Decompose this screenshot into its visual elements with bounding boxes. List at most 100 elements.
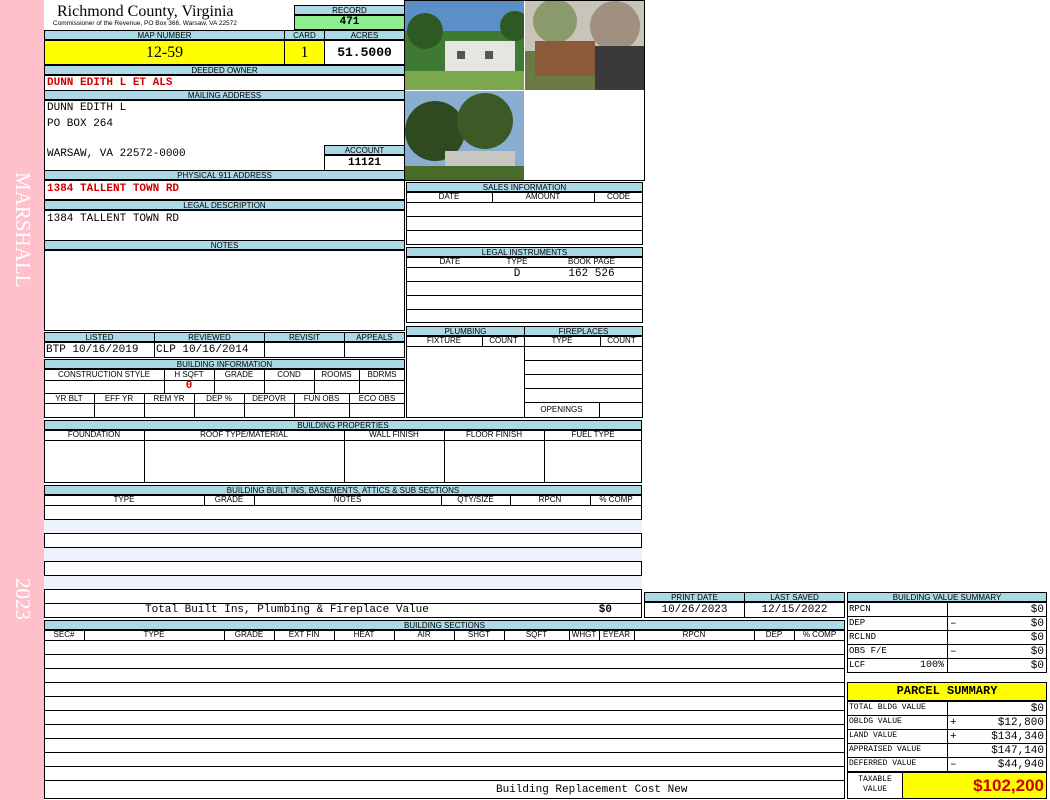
replacement-cost-label: Building Replacement Cost New xyxy=(496,784,688,796)
sec-col-whgt: WHGT xyxy=(571,630,597,639)
builtins-total-label: Total Built Ins, Plumbing & Fireplace Va… xyxy=(145,604,429,616)
instruments-header: LEGAL INSTRUMENTS xyxy=(406,247,643,257)
sec-col-comp: % COMP xyxy=(802,630,837,639)
bi-col-qty: QTY/SIZE xyxy=(457,495,494,504)
sec-col-num: SEC# xyxy=(53,630,75,639)
vs-value-obs: $0 xyxy=(1030,646,1044,658)
fireplaces-header: FIREPLACES xyxy=(524,326,643,336)
listed-value: BTP 10/16/2019 xyxy=(44,342,155,358)
vs-label-rclnd: RCLND xyxy=(849,632,877,642)
last-saved-value: 12/15/2022 xyxy=(744,602,845,618)
ps-value-appraised: $147,140 xyxy=(991,745,1044,757)
ps-value-land: $134,340 xyxy=(991,731,1044,743)
sidebar-year: 2023 xyxy=(11,578,35,620)
parcel-summary-header: PARCEL SUMMARY xyxy=(847,682,1047,701)
print-date-header: PRINT DATE xyxy=(644,592,745,602)
sales-header: SALES INFORMATION xyxy=(406,182,643,192)
revisit-header: REVISIT xyxy=(264,332,345,342)
vs-pct-lcf: 100% xyxy=(919,660,944,671)
bi-col-type: TYPE xyxy=(113,495,135,504)
ps-label-appraised: APPRAISED VALUE xyxy=(849,745,922,754)
mailing-address-header: MAILING ADDRESS xyxy=(44,90,405,100)
sidebar-name: MARSHALL xyxy=(11,172,35,288)
builtins-header: BUILDING BUILT INS, BASEMENTS, ATTICS & … xyxy=(44,485,642,495)
prop-col-foundation: FOUNDATION xyxy=(67,430,121,439)
mailing-line-1: DUNN EDITH L xyxy=(47,102,127,114)
col-cond: COND xyxy=(277,370,301,379)
record-value: 471 xyxy=(294,15,405,30)
bi-col-rpcn: RPCN xyxy=(538,495,562,504)
col-yr-blt: YR BLT xyxy=(55,394,83,403)
sec-col-rpcn: RPCN xyxy=(682,630,706,639)
photo-fence xyxy=(525,1,644,90)
prop-col-wall: WALL FINISH xyxy=(369,430,419,439)
sec-col-shgt: SHGT xyxy=(467,630,491,639)
col-bdrms: BDRMS xyxy=(367,370,397,379)
account-header: ACCOUNT xyxy=(324,145,405,155)
value-summary-header: BUILDING VALUE SUMMARY xyxy=(847,592,1047,602)
instr-type-value: D xyxy=(513,268,521,280)
openings-label: OPENINGS xyxy=(540,405,583,414)
deeded-owner-header: DEEDED OWNER xyxy=(44,65,405,75)
fire-col-type: TYPE xyxy=(551,336,573,345)
ps-label-deferred: DEFERRED VALUE xyxy=(849,759,917,768)
reviewed-value: CLP 10/16/2014 xyxy=(154,342,265,358)
plumb-col-count: COUNT xyxy=(489,336,518,345)
acres-header: ACRES xyxy=(324,30,405,40)
plumb-col-fixture: FIXTURE xyxy=(426,336,462,345)
prop-col-roof: ROOF TYPE/MATERIAL xyxy=(200,430,288,439)
building-sections-table xyxy=(44,630,845,799)
col-depovr: DEPOVR xyxy=(252,394,286,403)
ps-label-total-bldg: TOTAL BLDG VALUE xyxy=(849,703,926,712)
col-construction-style: CONSTRUCTION STYLE xyxy=(57,370,150,379)
col-rem-yr: REM YR xyxy=(153,394,185,403)
col-dep-pct: DEP % xyxy=(206,394,232,403)
acres-value: 51.5000 xyxy=(324,40,405,65)
sales-col-code: CODE xyxy=(606,192,631,201)
building-info-header: BUILDING INFORMATION xyxy=(44,359,405,369)
appeals-header: APPEALS xyxy=(344,332,405,342)
instr-col-date: DATE xyxy=(439,257,461,266)
h-sqft-value: 0 xyxy=(185,380,193,392)
vs-value-rpcn: $0 xyxy=(1030,604,1044,616)
card-value: 1 xyxy=(284,40,325,65)
taxable-label-2: VALUE xyxy=(862,785,887,794)
ps-label-obldg: OBLDG VALUE xyxy=(849,717,902,726)
photo-mobile-home xyxy=(405,1,524,90)
map-number-value: 12-59 xyxy=(44,40,285,65)
taxable-label-1: TAXABLE xyxy=(858,775,892,784)
instr-col-type: TYPE xyxy=(506,257,528,266)
col-eco-obs: ECO OBS xyxy=(358,394,396,403)
bi-col-grade: GRADE xyxy=(214,495,244,504)
listed-header: LISTED xyxy=(44,332,155,342)
instr-col-bookpage: BOOK PAGE xyxy=(568,257,615,266)
appeals-value xyxy=(344,342,405,358)
bi-col-comp: % COMP xyxy=(599,495,633,504)
photo-tree xyxy=(405,91,524,180)
sec-col-extfin: EXT FIN xyxy=(288,630,320,639)
col-grade: GRADE xyxy=(224,370,254,379)
col-h-sqft: H SQFT xyxy=(174,370,204,379)
vs-label-dep: DEP xyxy=(849,618,866,628)
ps-value-obldg: $12,800 xyxy=(997,717,1044,729)
col-eff-yr: EFF YR xyxy=(104,394,134,403)
vs-value-dep: $0 xyxy=(1030,618,1044,630)
ps-value-total-bldg: $0 xyxy=(1030,703,1044,715)
card-header: CARD xyxy=(284,30,325,40)
legal-description-value: 1384 TALLENT TOWN RD xyxy=(44,210,405,241)
county-title: Richmond County, Virginia xyxy=(57,3,234,20)
vs-value-rclnd: $0 xyxy=(1030,632,1044,644)
plumbing-header: PLUMBING xyxy=(406,326,525,336)
mailing-line-3: WARSAW, VA 22572-0000 xyxy=(47,148,186,160)
builtins-total-value: $0 xyxy=(598,604,612,616)
vs-label-lcf: LCF xyxy=(849,660,866,670)
print-date-value: 10/26/2023 xyxy=(644,602,745,618)
account-value: 11121 xyxy=(324,155,405,171)
instr-bookpage-value: 162 526 xyxy=(568,268,615,280)
sec-col-type: TYPE xyxy=(143,630,165,639)
sec-col-sqft: SQFT xyxy=(525,630,548,639)
sales-col-date: DATE xyxy=(438,192,460,201)
commissioner-line: Commissioner of the Revenue, PO Box 366,… xyxy=(53,20,237,27)
mailing-line-2: PO BOX 264 xyxy=(47,118,114,130)
revisit-value xyxy=(264,342,345,358)
